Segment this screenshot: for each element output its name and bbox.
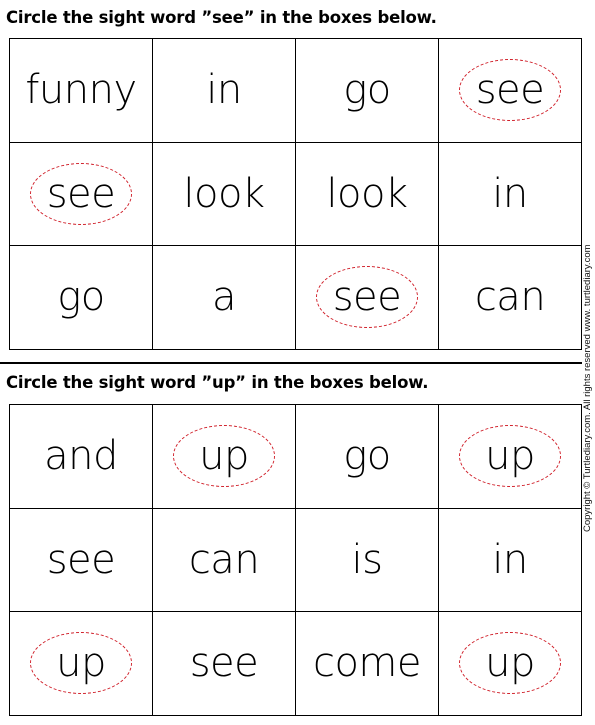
instruction-see: Circle the sight word ”see” in the boxes… — [6, 8, 437, 27]
word-cell[interactable]: see — [152, 611, 296, 716]
cell-word: see — [46, 536, 116, 583]
word-cell[interactable]: in — [438, 141, 582, 246]
instruction-up: Circle the sight word ”up” in the boxes … — [6, 373, 429, 392]
cell-word: and — [44, 433, 118, 480]
grid-row: and up go up — [9, 404, 582, 509]
cell-word: go — [57, 274, 105, 321]
word-cell[interactable]: up — [152, 404, 296, 509]
cell-word: can — [188, 536, 260, 583]
word-cell[interactable]: see — [9, 141, 153, 246]
cell-word: in — [492, 170, 528, 217]
cell-word: up — [485, 433, 535, 480]
cell-word: see — [475, 67, 545, 114]
section-divider — [0, 362, 582, 364]
cell-word: see — [189, 640, 259, 687]
word-cell[interactable]: up — [438, 404, 582, 509]
cell-word: up — [485, 640, 535, 687]
word-cell[interactable]: see — [9, 507, 153, 612]
grid-row: funny in go see — [9, 38, 582, 143]
word-cell[interactable]: up — [9, 611, 153, 716]
word-cell[interactable]: funny — [9, 38, 153, 143]
word-cell[interactable]: go — [9, 245, 153, 350]
word-cell[interactable]: is — [295, 507, 439, 612]
word-cell[interactable]: up — [438, 611, 582, 716]
cell-word: in — [206, 67, 242, 114]
cell-word: in — [492, 536, 528, 583]
copyright-notice: Copyright © Turtlediary.com. All rights … — [582, 244, 593, 532]
word-cell[interactable]: a — [152, 245, 296, 350]
cell-word: go — [343, 67, 391, 114]
word-cell[interactable]: in — [438, 507, 582, 612]
grid-row: see look look in — [9, 141, 582, 246]
word-grid-see: funny in go see see look look in go a see can — [9, 38, 582, 350]
cell-word: see — [332, 274, 402, 321]
word-grid-up: and up go up see can is in up see come up — [9, 404, 582, 716]
word-cell[interactable]: can — [152, 507, 296, 612]
cell-word: look — [183, 170, 265, 217]
word-cell[interactable]: come — [295, 611, 439, 716]
word-cell[interactable]: see — [438, 38, 582, 143]
cell-word: go — [343, 433, 391, 480]
grid-row: see can is in — [9, 507, 582, 612]
grid-row: up see come up — [9, 611, 582, 716]
cell-word: come — [312, 640, 422, 687]
cell-word: a — [211, 274, 237, 321]
cell-word: up — [56, 640, 106, 687]
word-cell[interactable]: in — [152, 38, 296, 143]
cell-word: up — [199, 433, 249, 480]
cell-word: look — [326, 170, 408, 217]
word-cell[interactable]: can — [438, 245, 582, 350]
cell-word: can — [474, 274, 546, 321]
cell-word: see — [46, 170, 116, 217]
word-cell[interactable]: look — [295, 141, 439, 246]
word-cell[interactable]: and — [9, 404, 153, 509]
cell-word: funny — [25, 67, 137, 114]
word-cell[interactable]: go — [295, 38, 439, 143]
cell-word: is — [351, 536, 383, 583]
grid-row: go a see can — [9, 245, 582, 350]
word-cell[interactable]: see — [295, 245, 439, 350]
word-cell[interactable]: go — [295, 404, 439, 509]
word-cell[interactable]: look — [152, 141, 296, 246]
